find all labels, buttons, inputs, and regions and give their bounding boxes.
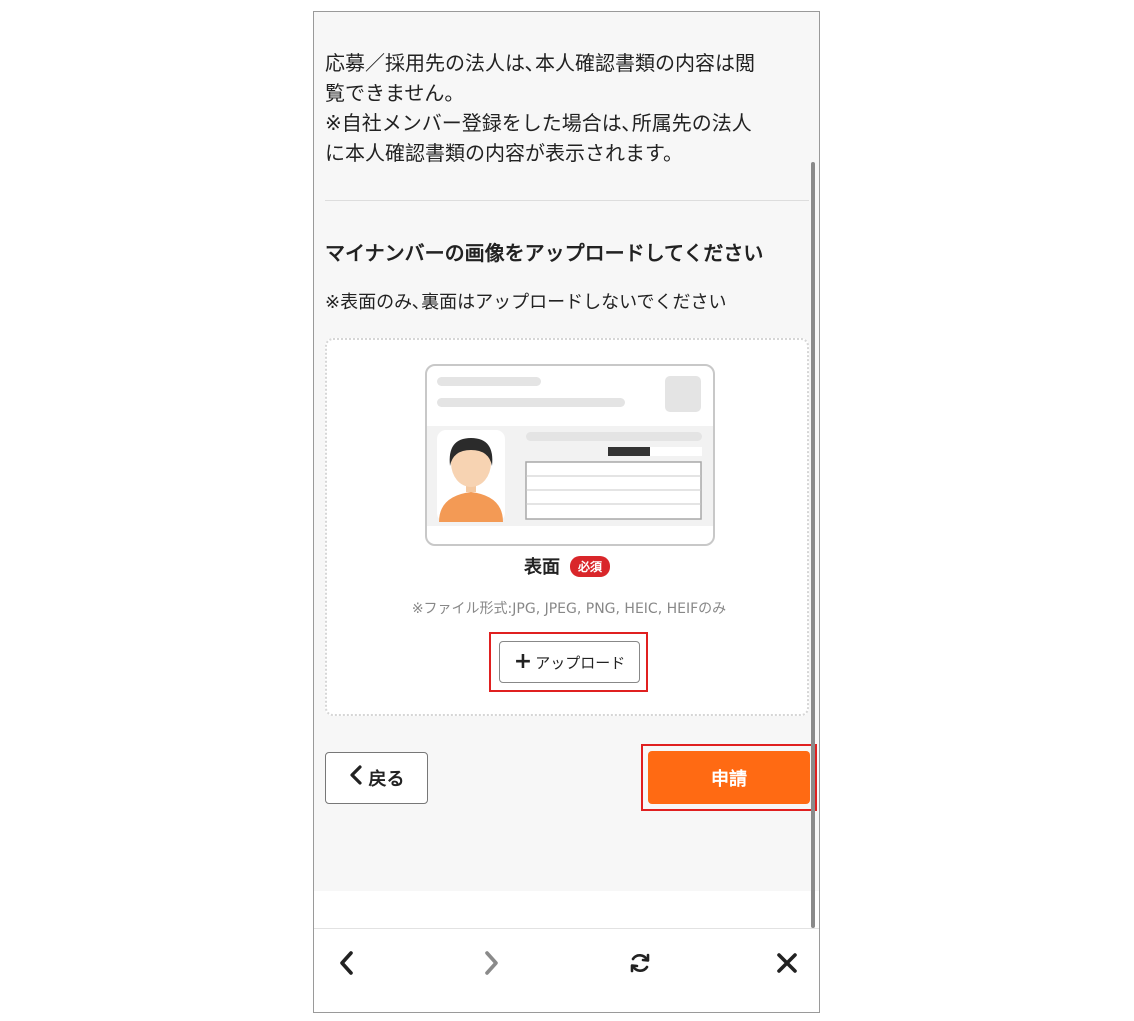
close-icon[interactable]	[772, 948, 802, 978]
refresh-icon[interactable]	[625, 948, 655, 978]
upload-button-label: アップロード	[535, 653, 626, 672]
id-card-illustration-icon	[425, 364, 715, 546]
required-badge: 必須	[569, 555, 610, 577]
upload-dropzone: 表面 必須 ※ファイル形式:JPG, JPEG, PNG, HEIC, HEIFの…	[325, 338, 809, 716]
plus-icon: +	[513, 649, 533, 674]
scrollbar[interactable]	[811, 162, 815, 928]
notice-line: 応募／採用先の法人は､本人確認書類の内容は閲	[325, 51, 755, 75]
side-label-row: 表面 必須	[327, 553, 807, 579]
file-format-note: ※ファイル形式:JPG, JPEG, PNG, HEIC, HEIFのみ	[411, 601, 727, 617]
browser-back-icon[interactable]	[331, 948, 361, 978]
notice-line: 覧できません。	[325, 81, 465, 105]
section-divider	[325, 200, 809, 201]
page-content: 応募／採用先の法人は､本人確認書類の内容は閲 覧できません。 ※自社メンバー登録…	[314, 12, 819, 891]
toolbar-divider	[314, 928, 819, 929]
back-button[interactable]: 戻る	[325, 752, 428, 804]
upload-heading: マイナンバーの画像をアップロードしてください	[325, 241, 764, 265]
browser-forward-icon[interactable]	[477, 948, 507, 978]
privacy-notice: 応募／採用先の法人は､本人確認書類の内容は閲 覧できません。 ※自社メンバー登録…	[325, 48, 805, 168]
submit-button[interactable]: 申請	[648, 751, 810, 804]
back-button-label: 戻る	[368, 769, 405, 790]
side-label: 表面	[523, 557, 560, 578]
phone-frame: 応募／採用先の法人は､本人確認書類の内容は閲 覧できません。 ※自社メンバー登録…	[313, 11, 820, 1013]
upload-button[interactable]: + アップロード	[499, 641, 640, 683]
notice-line: ※自社メンバー登録をした場合は､所属先の法人	[325, 111, 752, 135]
submit-button-highlight: 申請	[641, 744, 817, 811]
upload-button-highlight: + アップロード	[489, 632, 648, 692]
notice-line: に本人確認書類の内容が表示されます。	[325, 141, 683, 165]
upload-subnote: ※表面のみ､裏面はアップロードしないでください	[325, 292, 727, 313]
chevron-left-icon	[349, 765, 363, 791]
